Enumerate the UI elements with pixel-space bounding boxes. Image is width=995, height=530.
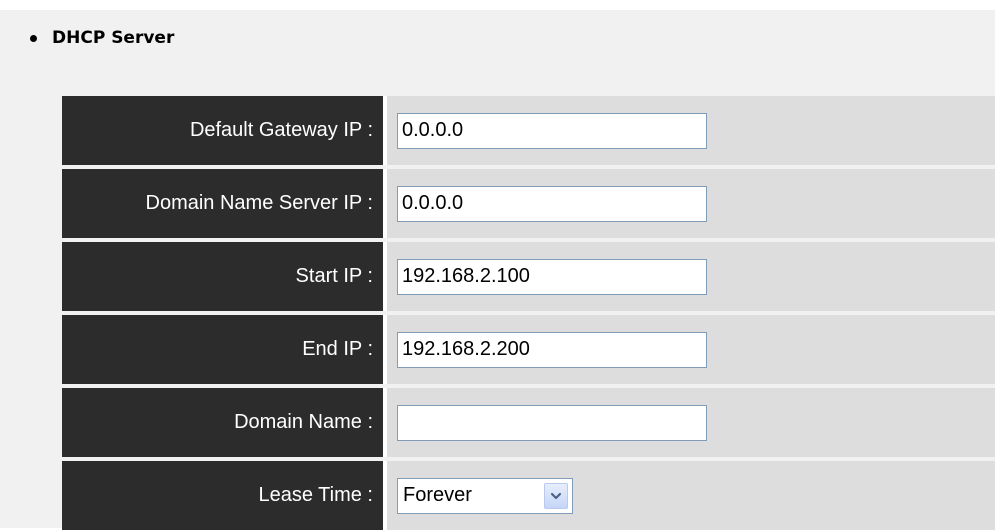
domain-name-label: Domain Name : <box>62 388 383 457</box>
lease-time-select[interactable]: Forever <box>397 477 573 514</box>
panel-top-strip <box>0 0 995 10</box>
domain-name-server-ip-cell <box>387 169 995 238</box>
chevron-down-icon[interactable] <box>544 482 568 509</box>
lease-time-label: Lease Time : <box>62 461 383 530</box>
default-gateway-ip-input[interactable] <box>397 112 707 149</box>
default-gateway-ip-label: Default Gateway IP : <box>62 96 383 165</box>
row-default-gateway-ip: Default Gateway IP : <box>62 96 995 165</box>
domain-name-server-ip-label: Domain Name Server IP : <box>62 169 383 238</box>
end-ip-label: End IP : <box>62 315 383 384</box>
start-ip-input[interactable] <box>397 258 707 295</box>
dhcp-form-table: Default Gateway IP : Domain Name Server … <box>62 96 995 530</box>
domain-name-server-ip-input[interactable] <box>397 185 707 222</box>
end-ip-input[interactable] <box>397 331 707 368</box>
end-ip-cell <box>387 315 995 384</box>
default-gateway-ip-cell <box>387 96 995 165</box>
lease-time-selected-value: Forever <box>403 484 472 506</box>
row-domain-name: Domain Name : <box>62 388 995 457</box>
start-ip-label: Start IP : <box>62 242 383 311</box>
dhcp-server-panel: DHCP Server Default Gateway IP : Domain … <box>0 0 995 530</box>
domain-name-cell <box>387 388 995 457</box>
row-domain-name-server-ip: Domain Name Server IP : <box>62 169 995 238</box>
section-header: DHCP Server <box>30 28 174 48</box>
bullet-icon <box>30 34 37 42</box>
lease-time-cell: Forever <box>387 461 995 530</box>
row-end-ip: End IP : <box>62 315 995 384</box>
domain-name-input[interactable] <box>397 404 707 441</box>
section-title: DHCP Server <box>52 28 175 48</box>
row-start-ip: Start IP : <box>62 242 995 311</box>
row-lease-time: Lease Time : Forever <box>62 461 995 530</box>
start-ip-cell <box>387 242 995 311</box>
